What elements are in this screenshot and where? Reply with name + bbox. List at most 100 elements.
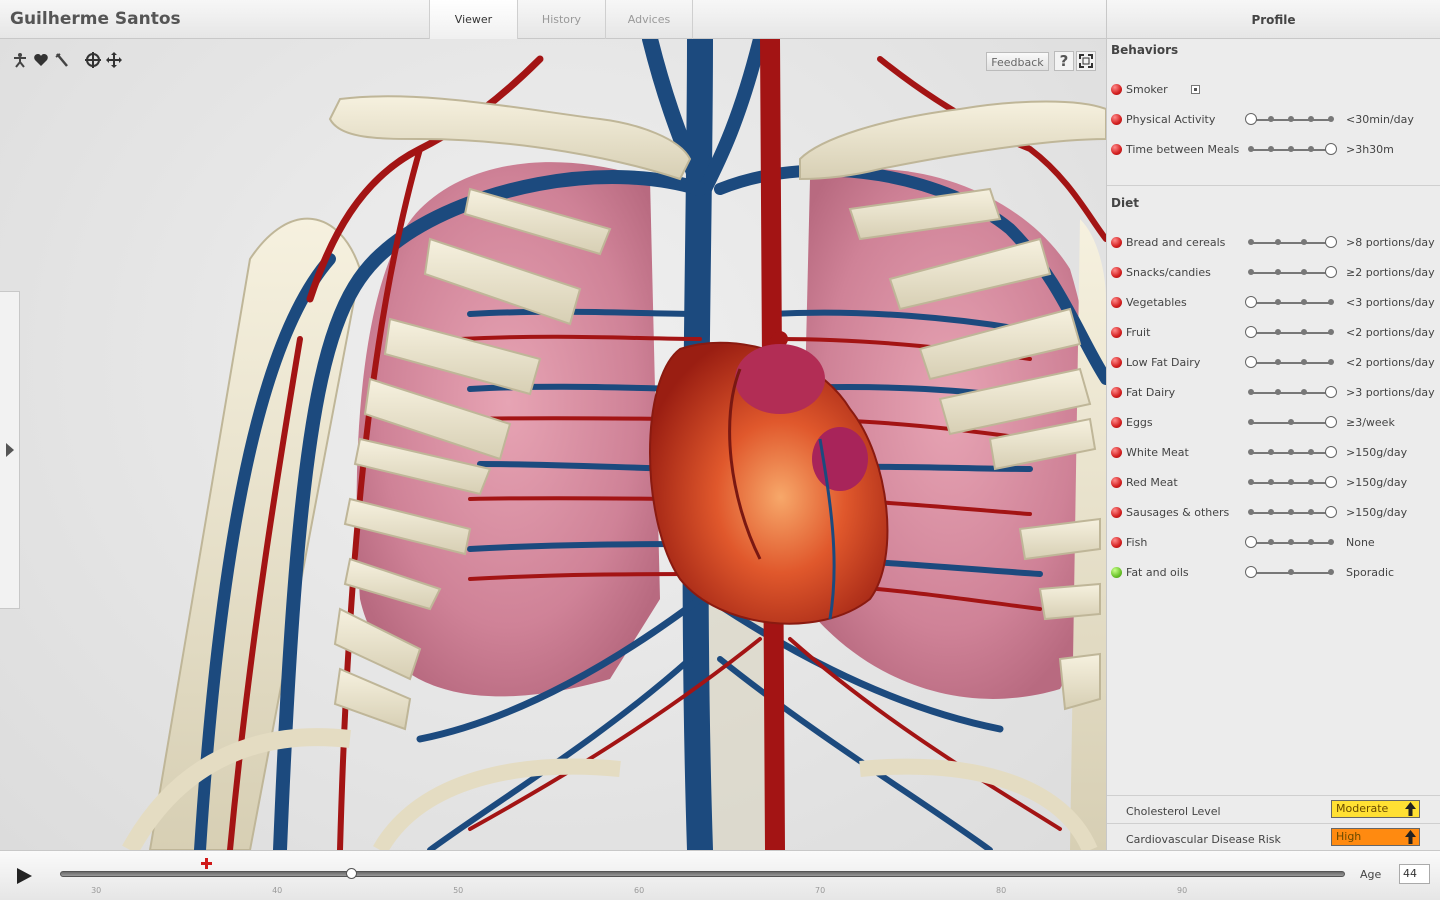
row-value: ≥2 portions/day — [1346, 266, 1435, 279]
slider-notch — [1301, 269, 1308, 275]
diet-row: Fish None — [1107, 533, 1440, 553]
slider-knob[interactable] — [1325, 266, 1337, 278]
user-name: Guilherme Santos — [10, 9, 181, 29]
slider-knob[interactable] — [1325, 416, 1337, 428]
row-value: <30min/day — [1346, 113, 1414, 126]
anatomy-viewer[interactable]: Feedback ? — [0, 39, 1106, 850]
level-slider[interactable] — [1245, 416, 1337, 430]
age-field[interactable]: 44 — [1399, 864, 1430, 884]
row-label: Vegetables — [1126, 296, 1187, 309]
level-slider[interactable] — [1245, 236, 1337, 250]
level-slider[interactable] — [1245, 143, 1337, 157]
slider-notch — [1248, 389, 1254, 395]
slider-notch — [1248, 419, 1254, 425]
slider-knob[interactable] — [1325, 446, 1337, 458]
timeline-knob[interactable] — [345, 868, 357, 879]
level-slider[interactable] — [1245, 356, 1337, 370]
level-slider[interactable] — [1245, 296, 1337, 310]
level-slider[interactable] — [1245, 536, 1337, 550]
slider-knob[interactable] — [1325, 143, 1337, 155]
pan-icon[interactable] — [104, 50, 124, 70]
profile-panel: Profile Behaviors Smoker Physical Activi… — [1106, 0, 1440, 850]
tab-advices[interactable]: Advices — [605, 0, 693, 39]
timeline-tick-label: 50 — [453, 886, 464, 895]
heart-icon[interactable] — [31, 50, 51, 70]
level-slider[interactable] — [1245, 113, 1337, 127]
timeline-tick-label: 70 — [815, 886, 826, 895]
row-label: Low Fat Dairy — [1126, 356, 1201, 369]
anatomy-3d-model[interactable] — [0, 39, 1106, 850]
slider-notch — [1248, 449, 1254, 455]
slider-notch — [1268, 449, 1274, 455]
slider-knob[interactable] — [1245, 536, 1257, 548]
status-dot — [1111, 297, 1122, 308]
behavior-row-smoker: Smoker — [1107, 80, 1440, 100]
slider-track — [1251, 362, 1331, 364]
cholesterol-label: Cholesterol Level — [1126, 805, 1221, 818]
slider-track — [1251, 272, 1331, 274]
behavior-label: Smoker — [1126, 83, 1168, 96]
diet-row: Vegetables <3 portions/day — [1107, 293, 1440, 313]
slider-notch — [1274, 269, 1281, 275]
slider-notch — [1248, 239, 1254, 245]
side-panel-toggle[interactable] — [0, 291, 20, 609]
slider-notch — [1328, 569, 1334, 575]
level-slider[interactable] — [1245, 386, 1337, 400]
row-value: >3h30m — [1346, 143, 1394, 156]
tab-viewer[interactable]: Viewer — [429, 0, 517, 39]
fullscreen-icon[interactable] — [1076, 51, 1096, 71]
slider-knob[interactable] — [1245, 326, 1257, 338]
slider-notch — [1248, 509, 1254, 515]
smoker-checkbox[interactable] — [1191, 85, 1200, 94]
slider-notch — [1308, 116, 1314, 122]
age-timeline-slider[interactable] — [60, 858, 1345, 879]
cholesterol-row: Cholesterol Level Moderate — [1107, 795, 1440, 823]
row-value: <2 portions/day — [1346, 356, 1435, 369]
status-dot — [1111, 447, 1122, 458]
medical-cross-icon[interactable] — [200, 858, 212, 869]
level-slider[interactable] — [1245, 476, 1337, 490]
level-slider[interactable] — [1245, 566, 1337, 580]
feedback-button[interactable]: Feedback — [986, 52, 1049, 71]
diet-row: Eggs ≥3/week — [1107, 413, 1440, 433]
row-value: >150g/day — [1346, 506, 1408, 519]
slider-knob[interactable] — [1325, 476, 1337, 488]
row-label: Sausages & others — [1126, 506, 1230, 519]
slider-notch — [1288, 449, 1294, 455]
row-label: Snacks/candies — [1126, 266, 1211, 279]
slider-knob[interactable] — [1325, 236, 1337, 248]
tools-icon[interactable] — [52, 50, 72, 70]
slider-notch — [1268, 479, 1274, 485]
level-slider[interactable] — [1245, 506, 1337, 520]
diet-row: Low Fat Dairy <2 portions/day — [1107, 353, 1440, 373]
slider-notch — [1301, 359, 1308, 365]
level-slider[interactable] — [1245, 326, 1337, 340]
diet-row: Sausages & others >150g/day — [1107, 503, 1440, 523]
slider-knob[interactable] — [1245, 296, 1257, 308]
body-icon[interactable] — [10, 50, 30, 70]
play-icon[interactable] — [17, 868, 32, 884]
slider-notch — [1308, 146, 1314, 152]
tab-history[interactable]: History — [517, 0, 605, 39]
slider-knob[interactable] — [1245, 566, 1257, 578]
level-slider[interactable] — [1245, 446, 1337, 460]
row-label: Time between Meals — [1126, 143, 1240, 156]
slider-notch — [1288, 569, 1294, 575]
timeline-tick-label: 60 — [634, 886, 645, 895]
diet-row: White Meat >150g/day — [1107, 443, 1440, 463]
row-value: ≥3/week — [1346, 416, 1395, 429]
status-dot — [1111, 417, 1122, 428]
diet-title: Diet — [1111, 196, 1139, 210]
slider-knob[interactable] — [1325, 506, 1337, 518]
status-dot — [1111, 237, 1122, 248]
rotate-icon[interactable] — [83, 50, 103, 70]
level-slider[interactable] — [1245, 266, 1337, 280]
slider-notch — [1268, 146, 1274, 152]
slider-notch — [1308, 539, 1314, 545]
slider-knob[interactable] — [1325, 386, 1337, 398]
slider-notch — [1301, 239, 1308, 245]
slider-knob[interactable] — [1245, 356, 1257, 368]
slider-knob[interactable] — [1245, 113, 1257, 125]
help-button[interactable]: ? — [1054, 51, 1074, 71]
slider-notch — [1328, 359, 1334, 365]
